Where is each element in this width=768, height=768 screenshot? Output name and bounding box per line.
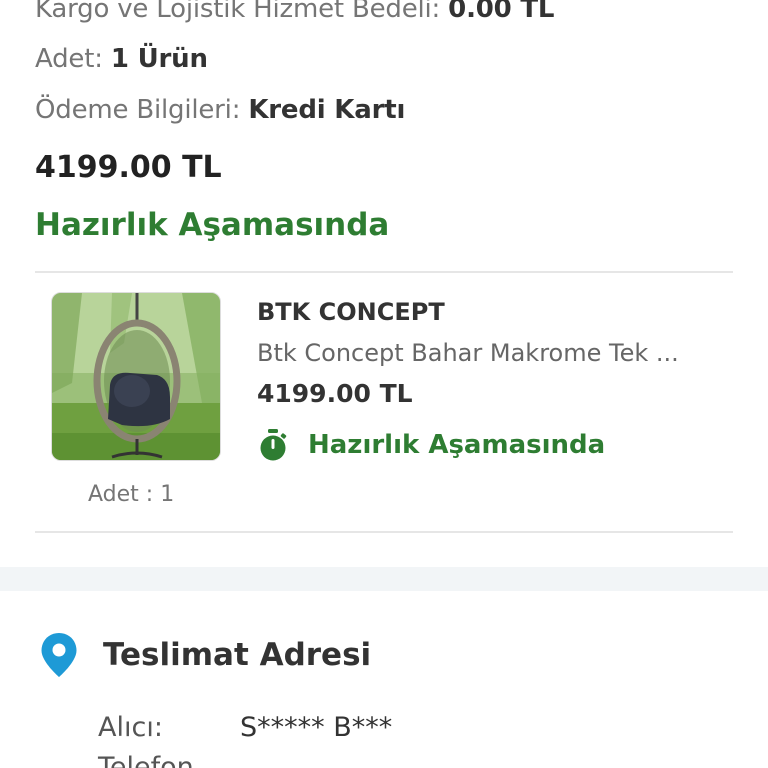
delivery-address-title: Teslimat Adresi — [103, 637, 372, 673]
quantity-label: Adet: — [35, 44, 111, 74]
order-status: Hazırlık Aşamasında — [35, 207, 390, 243]
product-price: 4199.00 TL — [257, 379, 413, 408]
egg-swing-chair-photo — [52, 293, 220, 460]
divider — [35, 271, 733, 273]
quantity-value: 1 Ürün — [110, 44, 208, 74]
location-pin-icon — [41, 633, 77, 677]
delivery-address-header: Teslimat Adresi — [40, 630, 371, 680]
recipient-label: Alıcı: — [98, 712, 163, 743]
shipping-fee-value: 0.00 TL — [448, 0, 555, 24]
section-separator — [0, 567, 768, 591]
shipping-fee-line: Kargo ve Lojistik Hizmet Bedeli: 0.00 TL — [35, 0, 554, 24]
payment-label: Ödeme Bilgileri: — [35, 95, 249, 125]
phone-row: Telefon — [98, 752, 194, 768]
divider — [35, 531, 733, 533]
order-total: 4199.00 TL — [35, 150, 222, 185]
recipient-row: Alıcı: S***** B*** — [98, 712, 392, 743]
product-quantity: Adet : 1 — [88, 482, 175, 507]
payment-line: Ödeme Bilgileri: Kredi Kartı — [35, 95, 405, 125]
recipient-value: S***** B*** — [240, 712, 393, 743]
quantity-line: Adet: 1 Ürün — [35, 44, 208, 74]
product-brand[interactable]: BTK CONCEPT — [257, 298, 445, 326]
product-status: Hazırlık Aşamasında — [257, 428, 605, 462]
phone-label: Telefon — [98, 752, 194, 768]
product-image[interactable] — [51, 292, 221, 461]
shipping-fee-label: Kargo ve Lojistik Hizmet Bedeli: — [35, 0, 449, 24]
product-name[interactable]: Btk Concept Bahar Makrome Tek ... — [257, 339, 679, 367]
stopwatch-icon — [260, 429, 287, 461]
product-status-label: Hazırlık Aşamasında — [308, 430, 606, 460]
payment-value: Kredi Kartı — [248, 95, 406, 125]
